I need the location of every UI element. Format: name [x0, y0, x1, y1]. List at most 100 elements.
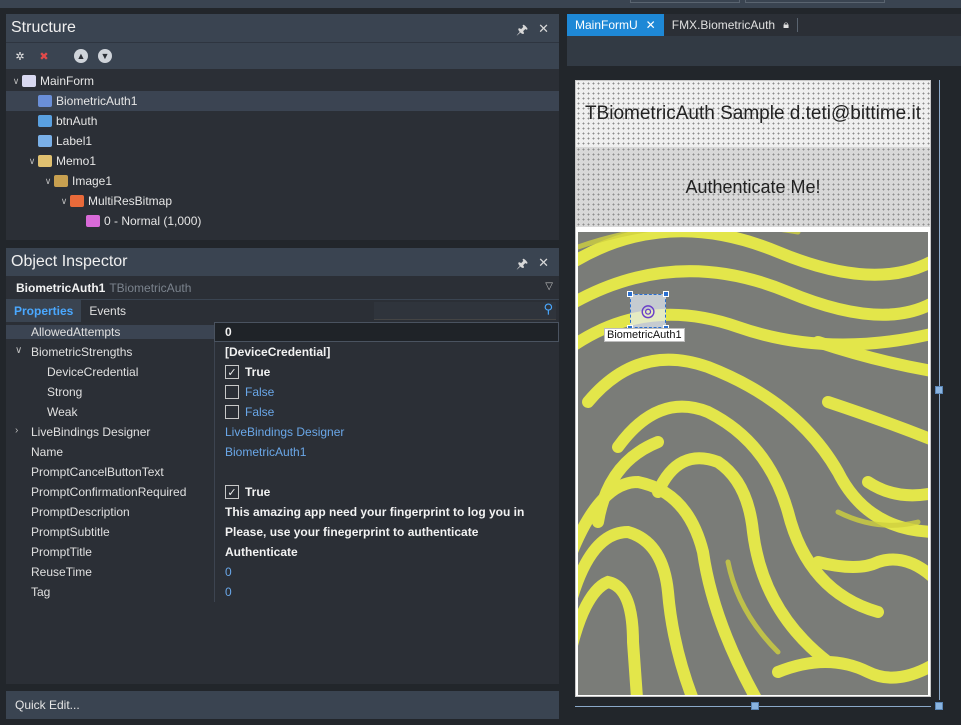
property-row[interactable]: PromptCancelButtonText — [6, 462, 559, 482]
property-value[interactable]: 0 — [214, 562, 559, 582]
structure-tree: ∨ MainForm BiometricAuth1 btnAuth Label1 ∨ Mem… — [6, 69, 559, 231]
designer-toolbar — [567, 36, 961, 66]
component-caption: BiometricAuth1 — [604, 328, 685, 342]
form-resize-handle[interactable] — [751, 702, 759, 710]
property-name-text: PromptSubtitle — [31, 525, 110, 539]
tree-item-label: btnAuth — [56, 114, 98, 128]
bitmap-item-icon — [86, 215, 100, 227]
property-row[interactable]: Name BiometricAuth1 — [6, 442, 559, 462]
property-value[interactable]: LiveBindings Designer — [214, 422, 559, 442]
property-value[interactable]: False — [214, 402, 559, 422]
property-value[interactable]: 0 — [214, 582, 559, 602]
property-name-text: PromptTitle — [31, 545, 92, 559]
form-icon — [22, 75, 36, 87]
tree-item[interactable]: ∨ MainForm — [6, 71, 559, 91]
inspector-tabs: Properties Events ⚲ — [6, 300, 559, 322]
quick-edit-button[interactable]: Quick Edit... — [6, 691, 559, 719]
property-name: Name — [6, 445, 214, 459]
property-row[interactable]: ReuseTime 0 — [6, 562, 559, 582]
tab-events[interactable]: Events — [81, 300, 134, 322]
property-name: ReuseTime — [6, 565, 214, 579]
tree-item[interactable]: ∨ MultiResBitmap — [6, 191, 559, 211]
move-down-icon[interactable]: ▼ — [98, 49, 112, 63]
checkbox-checked[interactable]: ✓ — [225, 485, 239, 499]
tree-item-label: MultiResBitmap — [88, 194, 173, 208]
property-value-text: True — [245, 365, 271, 379]
property-row[interactable]: PromptTitle Authenticate — [6, 542, 559, 562]
form-resize-handle[interactable] — [935, 702, 943, 710]
property-value[interactable]: Please, use your finegerprint to authent… — [214, 522, 559, 542]
property-row[interactable]: Weak False — [6, 402, 559, 422]
close-icon[interactable]: ✕ — [538, 21, 549, 43]
chevron-down-icon[interactable]: ∨ — [58, 196, 70, 207]
property-value[interactable]: This amazing app need your fingerprint t… — [214, 502, 559, 522]
tree-item[interactable]: Label1 — [6, 131, 559, 151]
property-value[interactable]: 0 — [214, 322, 559, 342]
property-value-text: Authenticate — [225, 545, 298, 559]
property-row[interactable]: Tag 0 — [6, 582, 559, 602]
property-value[interactable]: Authenticate — [214, 542, 559, 562]
chevron-down-icon[interactable]: ∨ — [26, 156, 38, 167]
property-name-text: Tag — [31, 585, 51, 599]
top-strip — [0, 0, 961, 8]
property-name: PromptConfirmationRequired — [6, 485, 214, 499]
add-component-icon[interactable]: ✲ — [12, 48, 28, 64]
property-grid: AllowedAttempts 0 ∨ BiometricStrengths [Devi… — [6, 322, 559, 602]
property-row[interactable]: PromptSubtitle Please, use your finegerpr… — [6, 522, 559, 542]
tree-item-label: Memo1 — [56, 154, 97, 168]
property-row[interactable]: DeviceCredential ✓ True — [6, 362, 559, 382]
property-value[interactable]: ✓ True — [214, 362, 559, 382]
property-value-text: 0 — [225, 325, 232, 339]
property-search-input[interactable] — [374, 302, 556, 320]
property-name: Strong — [6, 385, 214, 399]
property-row[interactable]: Strong False — [6, 382, 559, 402]
resize-handle[interactable] — [663, 291, 669, 297]
tree-item[interactable]: ∨ Memo1 — [6, 151, 559, 171]
property-value[interactable]: ✓ True — [214, 482, 559, 502]
form-resize-handle[interactable] — [935, 386, 943, 394]
move-up-icon[interactable]: ▲ — [74, 49, 88, 63]
search-icon[interactable]: ⚲ — [543, 301, 553, 317]
property-value[interactable]: BiometricAuth1 — [214, 442, 559, 462]
chevron-down-icon[interactable]: ∨ — [15, 345, 22, 356]
delete-component-icon[interactable]: ✖ — [36, 48, 52, 64]
label1[interactable]: TBiometricAuth Sample d.teti@bittime.it — [576, 81, 930, 147]
property-row[interactable]: › LiveBindings Designer LiveBindings Desig… — [6, 422, 559, 442]
tree-item[interactable]: 0 - Normal (1,000) — [6, 211, 559, 231]
top-toolbar-box[interactable] — [745, 0, 885, 3]
resize-handle[interactable] — [627, 291, 633, 297]
property-row[interactable]: ∨ BiometricStrengths [DeviceCredential] — [6, 342, 559, 362]
memo1[interactable]: ⊚ BiometricAuth1 — [578, 232, 928, 695]
checkbox-unchecked[interactable] — [225, 405, 239, 419]
tree-item[interactable]: btnAuth — [6, 111, 559, 131]
chevron-down-icon[interactable]: ∨ — [42, 176, 54, 187]
tab-properties[interactable]: Properties — [6, 300, 82, 322]
btn-auth[interactable]: Authenticate Me! — [576, 147, 930, 227]
property-value[interactable]: [DeviceCredential] — [214, 342, 559, 362]
tab-mainformu[interactable]: MainFormU ✕ — [567, 14, 664, 36]
pin-icon[interactable]: 🖈︎ — [516, 255, 528, 277]
tab-label: MainFormU — [575, 18, 638, 32]
checkbox-unchecked[interactable] — [225, 385, 239, 399]
chevron-down-icon[interactable]: ▽ — [545, 281, 553, 292]
close-icon[interactable]: ✕ — [646, 18, 656, 32]
property-row[interactable]: PromptDescription This amazing app need y… — [6, 502, 559, 522]
component-selector[interactable]: BiometricAuth1 TBiometricAuth ▽ — [6, 276, 559, 300]
tree-item[interactable]: ∨ Image1 — [6, 171, 559, 191]
biometric-component[interactable]: ⊚ — [627, 291, 669, 331]
tab-fmx-biometricauth[interactable]: FMX.BiometricAuth 🔒︎ — [664, 14, 797, 36]
chevron-down-icon[interactable]: ∨ — [10, 76, 22, 87]
close-icon[interactable]: ✕ — [538, 255, 549, 277]
pin-icon[interactable]: 🖈︎ — [516, 21, 528, 43]
top-toolbar-box[interactable] — [630, 0, 740, 3]
property-value[interactable] — [214, 462, 559, 482]
property-value[interactable]: False — [214, 382, 559, 402]
tree-item[interactable]: BiometricAuth1 — [6, 91, 559, 111]
property-row[interactable]: AllowedAttempts 0 — [6, 322, 559, 342]
chevron-right-icon[interactable]: › — [15, 425, 18, 436]
checkbox-checked[interactable]: ✓ — [225, 365, 239, 379]
property-value-text: [DeviceCredential] — [225, 345, 331, 359]
design-form[interactable]: TBiometricAuth Sample d.teti@bittime.it … — [575, 80, 931, 697]
property-row[interactable]: PromptConfirmationRequired ✓ True — [6, 482, 559, 502]
property-name: Weak — [6, 405, 214, 419]
